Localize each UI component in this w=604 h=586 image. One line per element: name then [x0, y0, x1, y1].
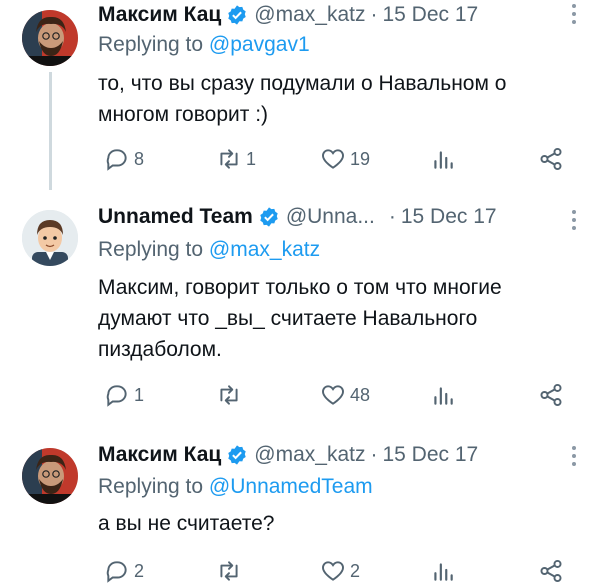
author-handle[interactable]: @max_katz: [254, 443, 365, 467]
reply-button[interactable]: 1: [104, 380, 144, 410]
analytics-icon: [434, 387, 453, 405]
reply-button[interactable]: 8: [104, 144, 144, 174]
more-options-icon[interactable]: [572, 4, 576, 24]
separator-dot: ·: [370, 3, 378, 26]
share-button[interactable]: [538, 556, 564, 586]
tweet-2[interactable]: Unnamed Team @Unna... · 15 Dec 17 Replyi…: [0, 200, 604, 435]
analytics-icon: [434, 563, 453, 581]
heart-icon: [322, 385, 344, 405]
reply-count: 2: [134, 560, 145, 581]
views-button[interactable]: [430, 380, 456, 410]
tweet-text: Максим, говорит только о том что многие …: [98, 276, 502, 361]
share-button[interactable]: [538, 380, 564, 410]
author-name[interactable]: Максим Кац: [98, 3, 221, 27]
reply-count: 8: [134, 148, 145, 169]
retweet-button[interactable]: [216, 380, 246, 410]
author-name[interactable]: Unnamed Team: [98, 205, 253, 229]
views-button[interactable]: [430, 556, 456, 586]
reply-icon: [106, 385, 127, 407]
more-options-icon[interactable]: [572, 446, 576, 466]
tweet-date[interactable]: 15 Dec 17: [382, 3, 478, 27]
tweet-text: то, что вы сразу подумали о Навальном о …: [98, 72, 507, 126]
share-button[interactable]: [538, 144, 564, 174]
share-icon: [540, 147, 562, 171]
author-handle[interactable]: @max_katz: [254, 3, 365, 27]
tweet-header: Unnamed Team @Unna... · 15 Dec 17: [98, 204, 497, 230]
replying-mention-link[interactable]: @UnnamedTeam: [209, 475, 373, 498]
avatar[interactable]: [22, 10, 78, 66]
heart-icon: [322, 561, 344, 581]
reply-button[interactable]: 2: [104, 556, 144, 586]
bearded-man-avatar-icon: [22, 448, 78, 504]
like-count: 2: [350, 560, 361, 581]
heart-icon: [322, 149, 344, 169]
replying-to: Replying to @UnnamedTeam: [98, 475, 373, 499]
replying-mention-link[interactable]: @max_katz: [209, 238, 320, 261]
replying-to: Replying to @pavgav1: [98, 33, 310, 57]
share-icon: [540, 559, 562, 583]
retweet-icon: [220, 561, 238, 581]
tweet-1[interactable]: Максим Кац @max_katz · 15 Dec 17 Replyin…: [0, 0, 604, 190]
avatar[interactable]: [22, 448, 78, 504]
tweet-3[interactable]: Максим Кац @max_katz · 15 Dec 17 Replyin…: [0, 438, 604, 583]
verified-badge-icon: [260, 207, 278, 227]
avatar[interactable]: [22, 210, 78, 266]
tweet-actions: 1 48: [98, 380, 578, 410]
like-count: 19: [350, 148, 371, 169]
verified-badge-icon: [228, 5, 247, 25]
replying-prefix: Replying to: [98, 238, 204, 261]
retweet-icon: [220, 385, 238, 405]
share-icon: [540, 383, 562, 407]
tweet-actions: 8 1 19: [98, 144, 578, 174]
tweet-date[interactable]: 15 Dec 17: [401, 205, 497, 229]
author-name[interactable]: Максим Кац: [98, 443, 221, 467]
replying-prefix: Replying to: [98, 33, 204, 56]
reply-count: 1: [134, 384, 145, 405]
like-button[interactable]: 48: [320, 380, 370, 410]
replying-prefix: Replying to: [98, 475, 204, 498]
tweet-actions: 2 2: [98, 556, 578, 586]
separator-dot: ·: [370, 443, 378, 466]
tweet-text: а вы не считаете?: [98, 512, 275, 535]
replying-to: Replying to @max_katz: [98, 238, 320, 262]
cartoon-man-avatar-icon: [22, 210, 78, 266]
separator-dot: ·: [388, 205, 396, 228]
reply-icon: [106, 149, 127, 171]
tweet-date[interactable]: 15 Dec 17: [382, 443, 478, 467]
bearded-man-avatar-icon: [22, 10, 78, 66]
retweet-button[interactable]: [216, 556, 246, 586]
like-button[interactable]: 19: [320, 144, 370, 174]
retweet-button[interactable]: 1: [216, 144, 256, 174]
analytics-icon: [434, 151, 453, 169]
thread-line: [49, 72, 52, 190]
retweet-count: 1: [246, 148, 257, 169]
tweet-header: Максим Кац @max_katz · 15 Dec 17: [98, 442, 478, 468]
like-count: 48: [350, 384, 371, 405]
retweet-icon: [220, 149, 238, 169]
more-options-icon[interactable]: [572, 210, 576, 230]
reply-icon: [106, 561, 127, 583]
replying-mention-link[interactable]: @pavgav1: [209, 33, 310, 56]
author-handle[interactable]: @Unna...: [286, 205, 375, 229]
views-button[interactable]: [430, 144, 456, 174]
verified-badge-icon: [228, 445, 247, 465]
tweet-header: Максим Кац @max_katz · 15 Dec 17: [98, 2, 478, 28]
like-button[interactable]: 2: [320, 556, 360, 586]
